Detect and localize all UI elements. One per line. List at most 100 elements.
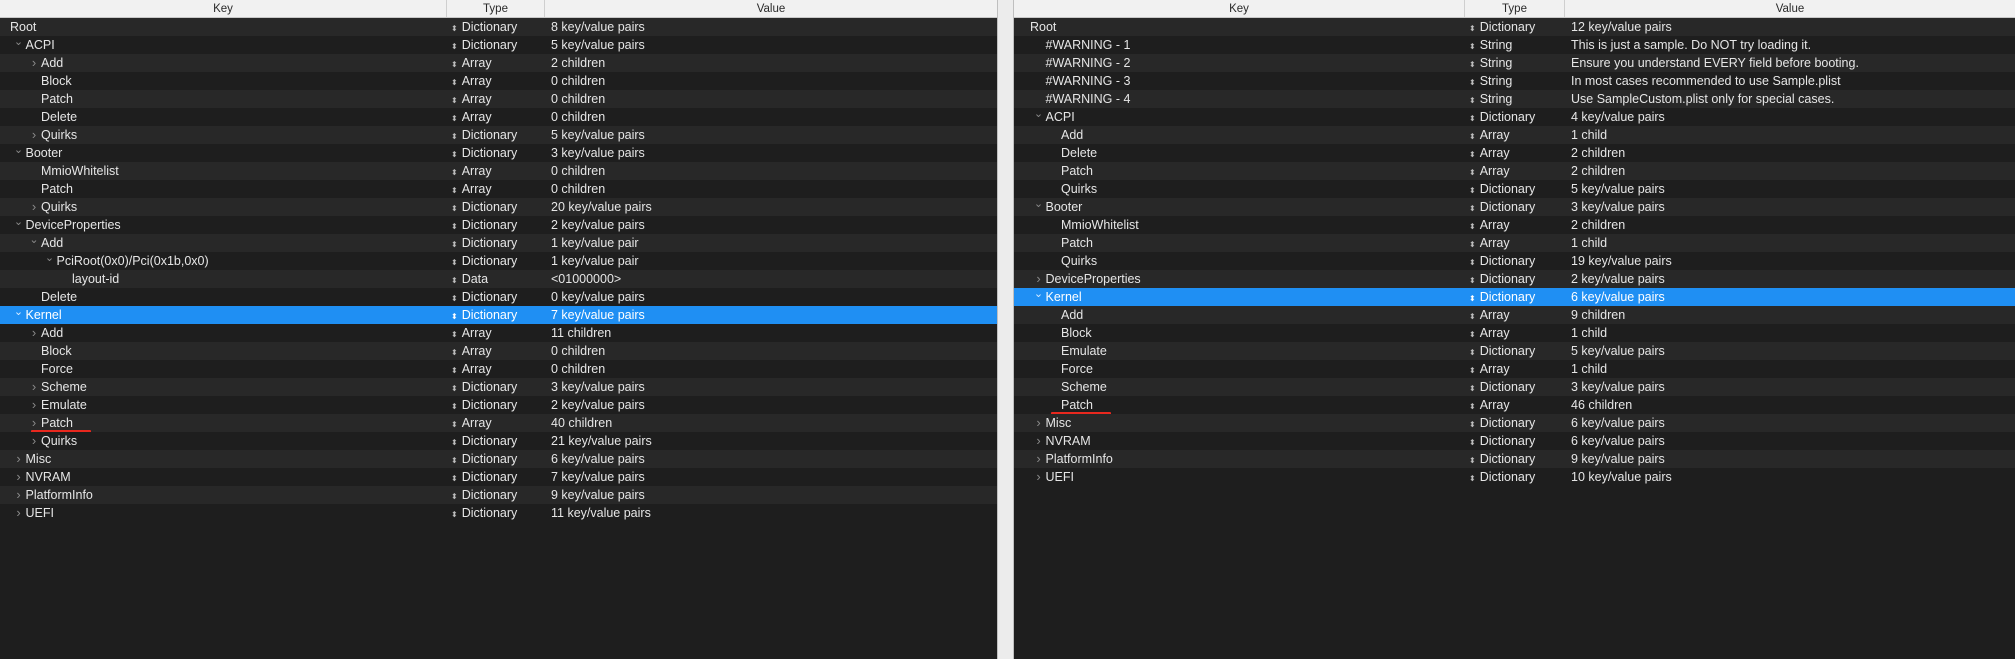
key-cell[interactable]: › Misc — [0, 450, 447, 468]
key-cell[interactable]: layout-id — [0, 270, 447, 288]
key-cell[interactable]: Add — [1014, 126, 1465, 144]
key-cell[interactable]: #WARNING - 2 — [1014, 54, 1465, 72]
plist-row[interactable]: ⌄ DeviceProperties ⬍ Dictionary 2 key/value … — [0, 216, 997, 234]
plist-row[interactable]: › Add ⬍ Array 2 children — [0, 54, 997, 72]
key-cell[interactable]: › Quirks — [0, 126, 447, 144]
type-popup[interactable]: ⬍ Dictionary — [447, 468, 545, 486]
type-popup[interactable]: ⬍ Dictionary — [1465, 252, 1565, 270]
plist-row[interactable]: › NVRAM ⬍ Dictionary 7 key/value pairs — [0, 468, 997, 486]
plist-row[interactable]: Patch ⬍ Array 1 child — [1014, 234, 2015, 252]
value-cell[interactable]: 7 key/value pairs — [545, 468, 997, 486]
key-cell[interactable]: › Patch — [0, 414, 447, 432]
type-popup[interactable]: ⬍ Dictionary — [1465, 414, 1565, 432]
plist-row[interactable]: › Patch ⬍ Array 40 children — [0, 414, 997, 432]
value-cell[interactable]: 6 key/value pairs — [545, 450, 997, 468]
value-cell[interactable]: 21 key/value pairs — [545, 432, 997, 450]
value-cell[interactable]: 1 child — [1565, 360, 2015, 378]
split-view-divider[interactable] — [997, 0, 1014, 659]
disclosure-right-icon[interactable]: › — [29, 378, 39, 395]
type-popup[interactable]: ⬍ Array — [447, 360, 545, 378]
disclosure-down-icon[interactable]: ⌄ — [14, 216, 24, 228]
value-cell[interactable]: 4 key/value pairs — [1565, 108, 2015, 126]
key-cell[interactable]: Emulate — [1014, 342, 1465, 360]
key-cell[interactable]: Quirks — [1014, 180, 1465, 198]
disclosure-right-icon[interactable]: › — [29, 198, 39, 215]
plist-row[interactable]: › Scheme ⬍ Dictionary 3 key/value pairs — [0, 378, 997, 396]
key-cell[interactable]: Block — [0, 72, 447, 90]
plist-row[interactable]: › Add ⬍ Array 11 children — [0, 324, 997, 342]
value-cell[interactable]: 2 key/value pairs — [545, 216, 997, 234]
value-cell[interactable]: 0 children — [545, 90, 997, 108]
key-cell[interactable]: Delete — [0, 288, 447, 306]
disclosure-right-icon[interactable]: › — [29, 324, 39, 341]
disclosure-right-icon[interactable]: › — [29, 414, 39, 431]
type-popup[interactable]: ⬍ Dictionary — [447, 486, 545, 504]
key-cell[interactable]: › Add — [0, 54, 447, 72]
disclosure-right-icon[interactable]: › — [29, 126, 39, 143]
type-popup[interactable]: ⬍ Data — [447, 270, 545, 288]
plist-row[interactable]: MmioWhitelist ⬍ Array 0 children — [0, 162, 997, 180]
plist-row[interactable]: Patch ⬍ Array 0 children — [0, 180, 997, 198]
value-cell[interactable]: 1 child — [1565, 324, 2015, 342]
key-cell[interactable]: › Misc — [1014, 414, 1465, 432]
value-cell[interactable]: 2 children — [1565, 144, 2015, 162]
type-popup[interactable]: ⬍ Dictionary — [447, 252, 545, 270]
plist-row[interactable]: #WARNING - 1 ⬍ String This is just a sample… — [1014, 36, 2015, 54]
type-popup[interactable]: ⬍ Dictionary — [1465, 378, 1565, 396]
key-cell[interactable]: #WARNING - 3 — [1014, 72, 1465, 90]
value-cell[interactable]: 5 key/value pairs — [545, 36, 997, 54]
type-popup[interactable]: ⬍ Array — [1465, 162, 1565, 180]
plist-row[interactable]: Emulate ⬍ Dictionary 5 key/value pairs — [1014, 342, 2015, 360]
value-cell[interactable]: 1 key/value pair — [545, 234, 997, 252]
plist-row[interactable]: Add ⬍ Array 1 child — [1014, 126, 2015, 144]
key-cell[interactable]: › Quirks — [0, 432, 447, 450]
plist-row[interactable]: Force ⬍ Array 1 child — [1014, 360, 2015, 378]
value-cell[interactable]: 2 children — [1565, 216, 2015, 234]
key-cell[interactable]: Block — [1014, 324, 1465, 342]
key-cell[interactable]: › UEFI — [1014, 468, 1465, 486]
plist-row[interactable]: Add ⬍ Array 9 children — [1014, 306, 2015, 324]
type-popup[interactable]: ⬍ Array — [447, 72, 545, 90]
key-cell[interactable]: › PlatformInfo — [1014, 450, 1465, 468]
value-cell[interactable]: 5 key/value pairs — [1565, 342, 2015, 360]
disclosure-right-icon[interactable]: › — [1034, 468, 1044, 485]
plist-row[interactable]: layout-id ⬍ Data <01000000> — [0, 270, 997, 288]
disclosure-right-icon[interactable]: › — [14, 486, 24, 503]
disclosure-down-icon[interactable]: ⌄ — [14, 306, 24, 318]
plist-row[interactable]: Delete ⬍ Dictionary 0 key/value pairs — [0, 288, 997, 306]
plist-row[interactable]: Scheme ⬍ Dictionary 3 key/value pairs — [1014, 378, 2015, 396]
type-popup[interactable]: ⬍ Array — [1465, 396, 1565, 414]
value-cell[interactable]: 20 key/value pairs — [545, 198, 997, 216]
key-cell[interactable]: ⌄ Add — [0, 234, 447, 252]
type-popup[interactable]: ⬍ Dictionary — [1465, 18, 1565, 36]
right-value-column-header[interactable]: Value — [1565, 0, 2015, 17]
plist-row[interactable]: ⌄ Booter ⬍ Dictionary 3 key/value pairs — [1014, 198, 2015, 216]
value-cell[interactable]: 9 key/value pairs — [545, 486, 997, 504]
plist-row[interactable]: ⌄ Kernel ⬍ Dictionary 7 key/value pairs — [0, 306, 997, 324]
plist-row[interactable]: › Quirks ⬍ Dictionary 21 key/value pairs — [0, 432, 997, 450]
key-cell[interactable]: Delete — [0, 108, 447, 126]
value-cell[interactable]: 0 children — [545, 360, 997, 378]
plist-row[interactable]: Patch ⬍ Array 0 children — [0, 90, 997, 108]
type-popup[interactable]: ⬍ Dictionary — [447, 36, 545, 54]
value-cell[interactable]: 0 children — [545, 72, 997, 90]
value-cell[interactable]: 1 key/value pair — [545, 252, 997, 270]
plist-row[interactable]: › Misc ⬍ Dictionary 6 key/value pairs — [0, 450, 997, 468]
left-type-column-header[interactable]: Type — [447, 0, 545, 17]
key-cell[interactable]: ⌄ Kernel — [1014, 288, 1465, 306]
value-cell[interactable]: <01000000> — [545, 270, 997, 288]
type-popup[interactable]: ⬍ Dictionary — [447, 18, 545, 36]
left-key-column-header[interactable]: Key — [0, 0, 447, 17]
plist-row[interactable]: › NVRAM ⬍ Dictionary 6 key/value pairs — [1014, 432, 2015, 450]
type-popup[interactable]: ⬍ Array — [447, 414, 545, 432]
plist-row[interactable]: Patch ⬍ Array 2 children — [1014, 162, 2015, 180]
value-cell[interactable]: 1 child — [1565, 234, 2015, 252]
disclosure-right-icon[interactable]: › — [1034, 414, 1044, 431]
value-cell[interactable]: 0 children — [545, 162, 997, 180]
value-cell[interactable]: 3 key/value pairs — [545, 378, 997, 396]
plist-row[interactable]: › PlatformInfo ⬍ Dictionary 9 key/value pair… — [0, 486, 997, 504]
disclosure-right-icon[interactable]: › — [1034, 450, 1044, 467]
plist-row[interactable]: Block ⬍ Array 0 children — [0, 342, 997, 360]
key-cell[interactable]: Patch — [1014, 234, 1465, 252]
key-cell[interactable]: MmioWhitelist — [1014, 216, 1465, 234]
